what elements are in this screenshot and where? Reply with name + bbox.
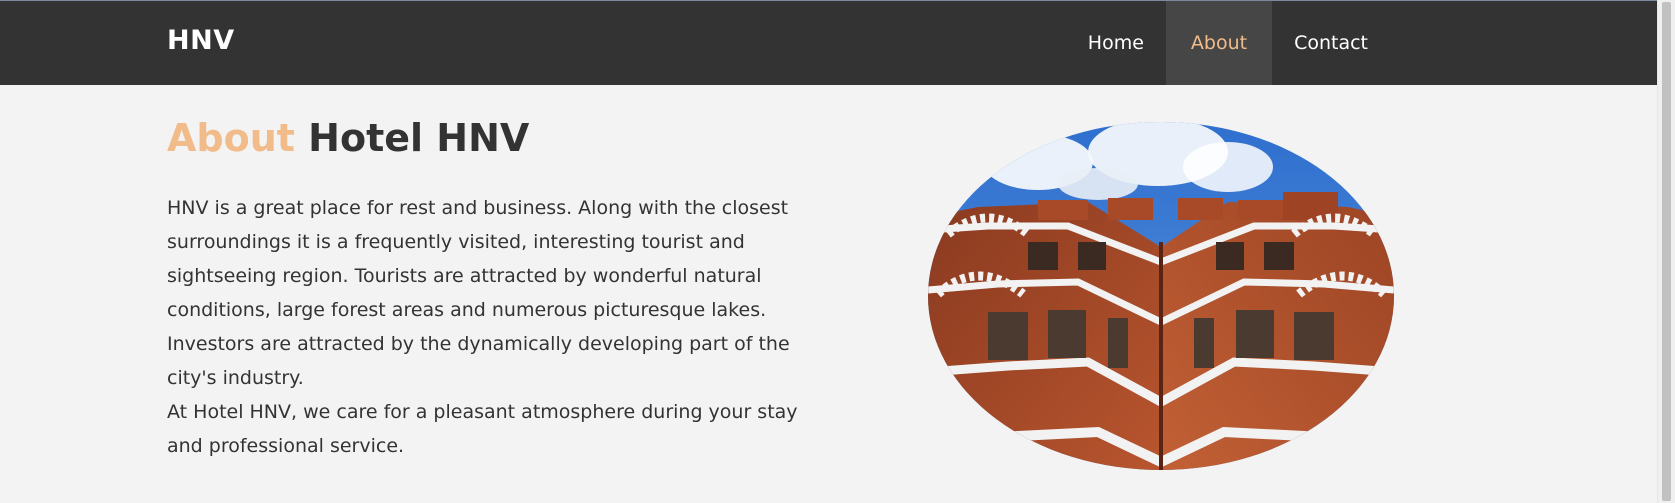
vertical-scrollbar[interactable]: [1657, 0, 1675, 503]
hotel-photo: [928, 122, 1394, 470]
page-title-accent: About: [167, 116, 295, 160]
about-paragraph-2: At Hotel HNV, we care for a pleasant atm…: [167, 401, 798, 457]
nav-about-link[interactable]: About: [1165, 1, 1273, 85]
hotel-building-icon: [928, 122, 1394, 470]
top-navbar: HNV Home About Contact: [0, 1, 1658, 85]
nav-home-link[interactable]: Home: [1066, 1, 1166, 85]
page-title-rest: Hotel HNV: [308, 116, 530, 160]
brand-logo[interactable]: HNV: [167, 25, 235, 56]
nav-contact-link[interactable]: Contact: [1272, 1, 1390, 85]
page-title: About Hotel HNV: [167, 116, 529, 160]
nav-menu: Home About Contact: [1066, 1, 1390, 85]
scrollbar-thumb[interactable]: [1662, 2, 1671, 501]
about-paragraph-1: HNV is a great place for rest and busine…: [167, 197, 790, 389]
